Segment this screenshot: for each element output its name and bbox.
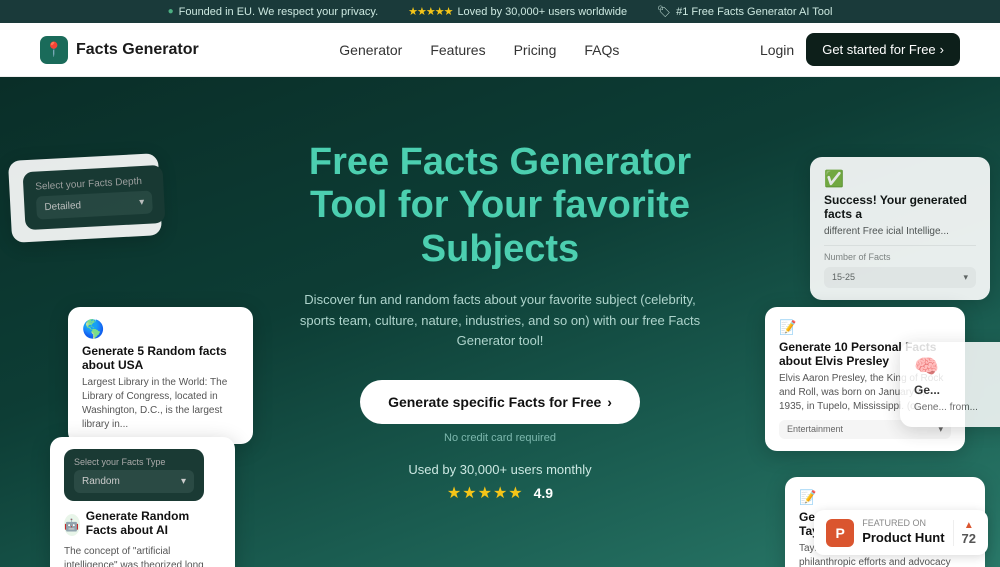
- ph-name: Product Hunt: [862, 530, 944, 547]
- nav-actions: Login Get started for Free ›: [760, 33, 960, 66]
- top-bar: ● Founded in EU. We respect your privacy…: [0, 0, 1000, 23]
- ai-type-inner: Select your Facts Type Random ▾: [64, 449, 204, 501]
- rating-text: Loved by 30,000+ users worldwide: [457, 6, 627, 18]
- hero-subtitle: Discover fun and random facts about your…: [290, 290, 710, 352]
- ph-count: ▲ 72: [953, 520, 976, 546]
- ph-text: FEATURED ON Product Hunt: [862, 518, 944, 547]
- top-stars: ★★★★★: [408, 5, 452, 18]
- nav-faqs[interactable]: FAQs: [584, 42, 619, 58]
- tag-icon: 🏷: [657, 5, 671, 18]
- product-hunt-logo: P: [826, 519, 854, 547]
- card-tech-inner: Select your Facts Depth Detailed ▾: [23, 165, 166, 230]
- hero-title-line3: Subjects: [421, 228, 579, 270]
- navbar: 📍 Facts Generator Generator Features Pri…: [0, 23, 1000, 77]
- usa-icon: 🌎: [82, 319, 239, 340]
- top-bar-eu: ● Founded in EU. We respect your privacy…: [168, 6, 379, 18]
- chevron-down-icon: ▾: [181, 476, 186, 487]
- hero-title-line2: Tool for Your favorite: [310, 184, 690, 226]
- hero-title: Free Facts Generator Tool for Your favor…: [290, 141, 710, 272]
- taylor-icon: 📝: [799, 489, 971, 506]
- eu-text: Founded in EU. We respect your privacy.: [179, 6, 379, 18]
- eu-dot: ●: [168, 6, 174, 17]
- gen-right-title: Ge...: [914, 383, 1000, 397]
- success-check-icon: ✅: [824, 169, 976, 189]
- get-started-button[interactable]: Get started for Free ›: [806, 33, 960, 66]
- cta-arrow: ›: [940, 42, 944, 57]
- hero-center: Free Facts Generator Tool for Your favor…: [290, 141, 710, 503]
- product-hunt-badge[interactable]: P FEATURED ON Product Hunt ▲ 72: [814, 510, 988, 555]
- hero-title-line1: Free Facts Generator: [309, 141, 691, 183]
- depth-select[interactable]: Detailed ▾: [36, 190, 153, 219]
- ph-arrow-icon: ▲: [964, 520, 974, 531]
- card-success: ✅ Success! Your generated facts a differ…: [810, 157, 990, 300]
- hero-cta-button[interactable]: Generate specific Facts for Free ›: [360, 380, 640, 424]
- hero-cta-arrow: ›: [607, 394, 612, 410]
- depth-value: Detailed: [44, 200, 81, 213]
- hero-cta-note: No credit card required: [290, 432, 710, 444]
- num-facts-label: Number of Facts: [824, 252, 976, 262]
- chevron-down-icon: ▾: [963, 272, 968, 283]
- top-bar-rating: ★★★★★ Loved by 30,000+ users worldwide: [408, 5, 627, 18]
- card-usa: 🌎 Generate 5 Random facts about USA Larg…: [68, 307, 253, 444]
- top-bar-tag: 🏷 #1 Free Facts Generator AI Tool: [657, 5, 832, 18]
- hero: Select your Facts Depth Detailed ▾ 🌎 Gen…: [0, 77, 1000, 567]
- depth-label: Select your Facts Depth: [35, 176, 151, 193]
- chevron-down-icon: ▾: [139, 197, 145, 208]
- nav-links: Generator Features Pricing FAQs: [339, 42, 619, 58]
- ai-body: The concept of "artificial intelligence"…: [64, 545, 221, 567]
- hero-stars: ★★★★★: [447, 483, 524, 503]
- num-facts-value: 15-25: [832, 272, 855, 283]
- ai-type-label: Select your Facts Type: [74, 457, 194, 467]
- logo[interactable]: 📍 Facts Generator: [40, 36, 199, 64]
- success-title: Success! Your generated facts a: [824, 193, 976, 221]
- nav-features[interactable]: Features: [430, 42, 485, 58]
- cta-label: Get started for Free: [822, 42, 935, 57]
- ph-number: 72: [962, 531, 976, 546]
- ai-type-value: Random: [82, 476, 120, 487]
- usa-title: Generate 5 Random facts about USA: [82, 344, 239, 372]
- ai-type-select[interactable]: Random ▾: [74, 470, 194, 493]
- elvis-icon: 📝: [779, 319, 951, 336]
- logo-icon: 📍: [40, 36, 68, 64]
- hero-users-text: Used by 30,000+ users monthly: [290, 462, 710, 477]
- success-body: different Free icial Intellige...: [824, 225, 976, 239]
- gen-right-icon: 🧠: [914, 354, 1000, 379]
- card-ai: Select your Facts Type Random ▾ 🤖 Genera…: [50, 437, 235, 567]
- login-button[interactable]: Login: [760, 42, 794, 58]
- num-facts-select[interactable]: 15-25 ▾: [824, 267, 976, 288]
- nav-generator[interactable]: Generator: [339, 42, 402, 58]
- usa-body: Largest Library in the World: The Librar…: [82, 376, 239, 432]
- elvis-cat-value: Entertainment: [787, 424, 843, 435]
- card-tech: Select your Facts Depth Detailed ▾: [8, 153, 162, 243]
- ai-card-icon: 🤖: [64, 514, 80, 536]
- tag-text: #1 Free Facts Generator AI Tool: [676, 6, 832, 18]
- gen-right-body: Gene... from...: [914, 401, 1000, 415]
- card-gen-right: 🧠 Ge... Gene... from...: [900, 342, 1000, 427]
- ph-featured-text: FEATURED ON: [862, 518, 926, 528]
- hero-cta-label: Generate specific Facts for Free: [388, 394, 601, 410]
- ai-title: Generate Random Facts about AI: [86, 509, 221, 537]
- hero-rating: 4.9: [534, 485, 553, 501]
- nav-pricing[interactable]: Pricing: [514, 42, 557, 58]
- logo-text: Facts Generator: [76, 41, 199, 59]
